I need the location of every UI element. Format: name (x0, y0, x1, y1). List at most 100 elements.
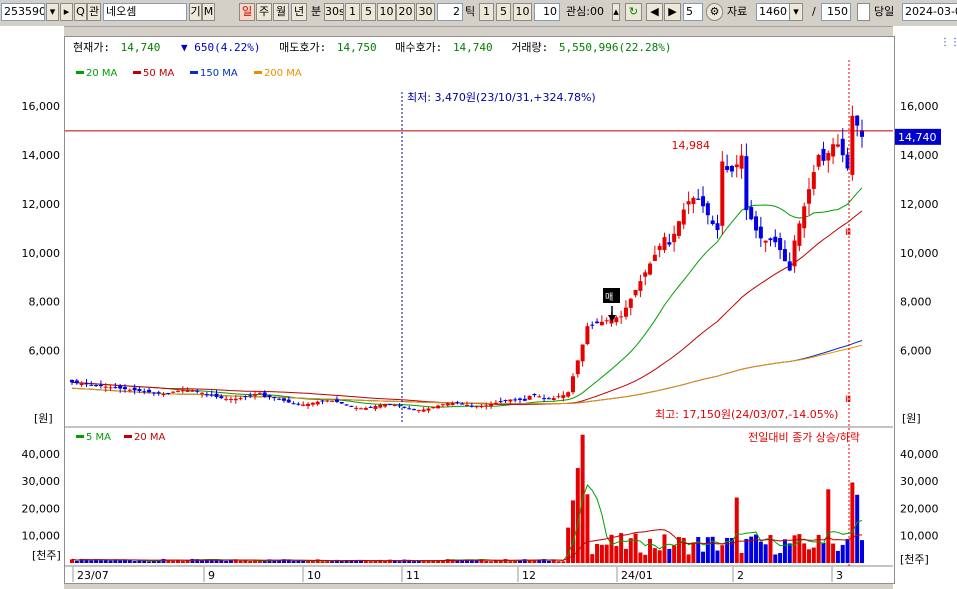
candle-body (310, 402, 315, 405)
marker-top: Ⅲ (845, 228, 851, 238)
candle-body (575, 360, 580, 375)
volume-bar (643, 554, 648, 563)
candle-body (286, 399, 291, 403)
volume-bar (604, 544, 609, 563)
candle-body (455, 402, 460, 404)
candle-body (431, 407, 436, 409)
candle-body (551, 398, 556, 400)
volume-bar (590, 554, 595, 563)
candle-body (604, 320, 609, 322)
volume-bar (628, 538, 633, 563)
candle-body (301, 404, 306, 406)
candle-body (729, 166, 734, 172)
volume-bar (74, 560, 79, 563)
candle-body (200, 392, 205, 394)
volume-bar (831, 543, 836, 563)
volume-tick-right: 40,000 (900, 448, 939, 461)
candle-body (599, 321, 604, 326)
volume-bar (705, 537, 710, 563)
volume-bar (301, 560, 306, 563)
candle-body (840, 138, 845, 156)
candle-body (281, 398, 286, 401)
candle-body (720, 161, 725, 226)
volume-bar (754, 534, 759, 563)
volume-bar (248, 561, 253, 563)
candle-body (387, 403, 392, 405)
candle-body (532, 394, 537, 396)
x-label: 23/07 (77, 569, 109, 582)
volume-bar (691, 542, 696, 563)
volume-bar (363, 560, 368, 563)
candle-body (368, 406, 373, 408)
volume-bar (296, 560, 301, 563)
candle-body (643, 272, 648, 277)
volume-bar (98, 560, 103, 563)
candle-body (445, 403, 450, 406)
candle-body (296, 403, 301, 405)
volume-bar (599, 544, 604, 563)
candle-body (835, 144, 840, 147)
candle-body (513, 399, 518, 401)
candle-body (676, 221, 681, 236)
candle-body (778, 238, 783, 251)
candle-body (749, 207, 754, 220)
candle-body (754, 216, 759, 231)
candle-body (137, 389, 142, 391)
candle-body (224, 398, 229, 400)
volume-bar (623, 548, 628, 563)
candle-body (277, 398, 282, 400)
candle-body (831, 144, 836, 157)
volume-bar (763, 544, 768, 563)
price-tick-left: 14,000 (22, 149, 61, 162)
candle-body (855, 115, 860, 126)
candle-body (807, 189, 812, 204)
marker-bottom: Ⅲ (845, 395, 851, 405)
candle-body (595, 321, 600, 324)
volume-bar (171, 560, 176, 563)
candle-body (108, 387, 113, 389)
volume-ma5-line (71, 484, 863, 562)
candle-body (166, 392, 171, 394)
volume-bar (508, 561, 513, 563)
volume-unit-right: [천주] (900, 552, 929, 566)
legend-swatch (76, 71, 84, 74)
candle-body (850, 115, 855, 175)
volume-bar (180, 560, 185, 563)
candle-body (484, 405, 489, 407)
candle-body (546, 398, 551, 400)
volume-bar (787, 543, 792, 563)
volume-bar (310, 561, 315, 563)
ma200-line (71, 344, 863, 405)
candle-body (527, 395, 532, 400)
candle-body (537, 396, 542, 398)
volume-bar (595, 543, 600, 563)
legend-swatch (254, 71, 262, 74)
volume-bar (845, 538, 850, 563)
candle-body (98, 384, 103, 387)
candle-body (344, 404, 349, 406)
signal-label: 매 (605, 292, 613, 303)
price-tick-left: 8,000 (29, 296, 61, 309)
candle-body (84, 383, 89, 385)
candle-body (320, 400, 325, 402)
candle-body (773, 236, 778, 243)
candle-body (450, 403, 455, 406)
candle-body (175, 390, 180, 392)
candle-body (127, 389, 132, 391)
candle-body (339, 401, 344, 404)
candle-body (758, 226, 763, 239)
candle-body (739, 155, 744, 169)
legend-label: 20 MA (134, 432, 166, 443)
volume-bar (835, 550, 840, 563)
volume-bar (860, 540, 864, 563)
price-tick-right: 6,000 (900, 345, 932, 358)
price-tick-right: 12,000 (900, 198, 939, 211)
volume-bar (320, 561, 325, 563)
volume-bar (137, 560, 142, 563)
volume-bar (667, 548, 672, 563)
candle-body (180, 390, 185, 392)
candle-body (763, 240, 768, 243)
candle-body (248, 395, 253, 397)
stock-chart[interactable]: 6,000 6,000 8,000 8,000 10,000 10,000 12,000 12… (0, 0, 957, 589)
candle-body (262, 392, 267, 397)
